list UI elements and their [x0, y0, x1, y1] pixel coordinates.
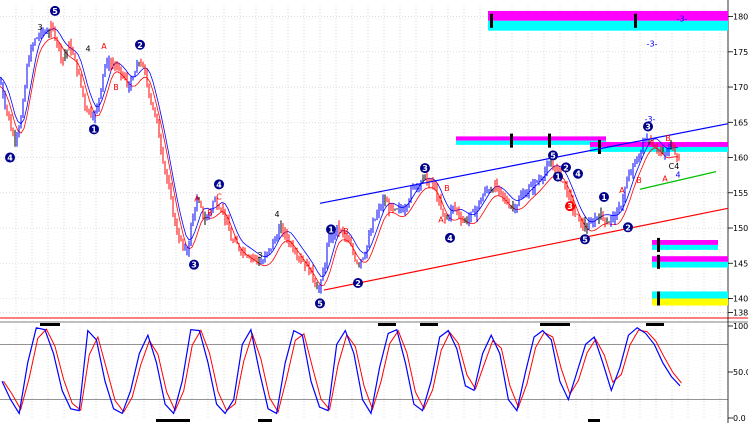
signal-bar-bottom [156, 419, 190, 422]
chart-stage: 5 4 1 2 3 4 B A 4 C A 3 B 4 3 5 1 B 2 3 B 4 A 5 1 2 4 3 5 A B 1 2 3 B C4 A 4-… [0, 0, 748, 423]
wave-label: 5 [550, 151, 556, 160]
wave-label: 3 [191, 261, 197, 270]
y-tick-label: 1380. [733, 309, 748, 318]
signal-bar-top [378, 323, 396, 326]
zone-marker [657, 291, 660, 306]
wave-label: B [343, 227, 349, 236]
wave-label: 4 [675, 170, 680, 179]
wave-label: 2 [355, 279, 361, 288]
target-zone [652, 256, 728, 262]
wave-label: -3- [645, 115, 656, 124]
y-tick-label: 1550. [733, 189, 748, 198]
zone-marker [490, 13, 493, 28]
wave-label: B [636, 176, 642, 185]
wave-label: B [444, 184, 450, 193]
wave-label: 4 [85, 44, 90, 53]
wave-label: -3- [647, 39, 658, 48]
target-zone [456, 140, 606, 145]
target-zone [488, 20, 728, 31]
wave-label: B [207, 209, 213, 218]
wave-label: A [438, 216, 444, 225]
wave-label: 3 [567, 202, 573, 211]
wave-label: 4 [216, 180, 222, 189]
wave-label: B [665, 134, 671, 143]
wave-label: 3 [645, 123, 651, 132]
wave-label: -3- [677, 15, 688, 24]
signal-bar-bottom [588, 419, 600, 422]
wave-label: C [216, 192, 222, 201]
signal-bar-bottom [258, 419, 272, 422]
target-zone [652, 244, 718, 250]
y-tick-label: 1450. [733, 259, 748, 268]
y-tick-label: 1400. [733, 294, 748, 303]
zone-marker [598, 139, 601, 154]
zone-marker [510, 133, 513, 148]
y-tick-label: 1650. [733, 118, 748, 127]
wave-label: A [662, 175, 668, 184]
signal-bar-top [540, 323, 570, 326]
signal-bar-top [646, 323, 664, 326]
wave-label: 5 [582, 235, 588, 244]
target-zone [652, 239, 718, 245]
wave-label: B [113, 83, 119, 92]
wave-label: 3 [422, 164, 428, 173]
wave-label: 2 [563, 163, 569, 172]
wave-label: A [194, 194, 200, 203]
signal-bar-top [40, 323, 60, 326]
zone-marker [657, 237, 660, 252]
wave-label: 2 [137, 41, 143, 50]
wave-label: 5 [52, 7, 58, 16]
target-zone [652, 261, 728, 268]
wave-label: 4 [447, 234, 453, 243]
target-zone [488, 10, 728, 21]
wave-label: 4 [7, 154, 13, 163]
zone-marker [657, 254, 660, 269]
y-tick-label: 1500. [733, 224, 748, 233]
y-tick-label: 1800. [733, 13, 748, 22]
y-tick-label: 1750. [733, 48, 748, 57]
y-tick-label: 1600. [733, 154, 748, 163]
wave-label: 4 [274, 210, 279, 219]
zone-marker [548, 133, 551, 148]
wave-label: 1 [601, 193, 607, 202]
y-tick-label: 1700. [733, 83, 748, 92]
y-tick-label: 100.0 [733, 322, 748, 331]
wave-label: A [619, 186, 625, 195]
wave-label: 5 [317, 299, 323, 308]
wave-label: 3 [37, 23, 42, 32]
y-tick-label: 0.0 [733, 414, 746, 423]
wave-label: 3 [257, 251, 262, 260]
wave-label: 1 [555, 173, 561, 182]
target-zone [652, 291, 728, 299]
wave-label: 1 [91, 125, 97, 134]
wave-label: 4 [575, 170, 581, 179]
y-tick-label: 50.00 [733, 368, 748, 377]
zone-marker [634, 13, 637, 28]
target-zone [456, 136, 606, 141]
price-oscillator-chart: 541234BA4CA3B 4351 B23B4A512435AB123BC4A 4-… [0, 0, 748, 423]
target-zone [652, 298, 728, 306]
signal-bar-top [420, 323, 438, 326]
wave-label: 1 [328, 225, 334, 234]
wave-label: 2 [625, 223, 631, 232]
wave-label: A [101, 42, 107, 51]
